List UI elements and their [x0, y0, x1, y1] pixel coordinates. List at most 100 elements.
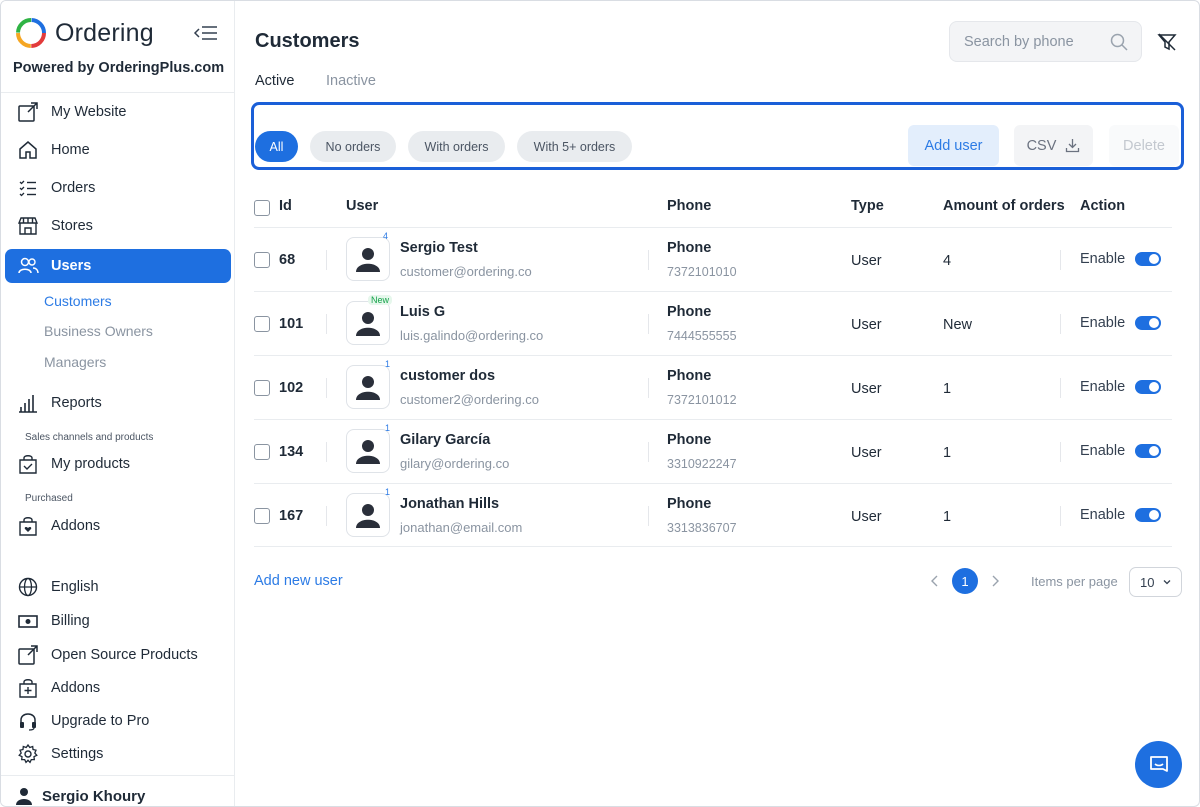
enable-toggle[interactable] — [1135, 380, 1161, 394]
gear-icon — [17, 743, 39, 765]
sidebar-item-addons-purchased[interactable]: Addons — [5, 509, 231, 543]
phone-label: Phone — [667, 304, 712, 320]
external-link-icon — [17, 101, 39, 123]
current-user[interactable]: Sergio Khoury — [15, 787, 145, 805]
user-name: customer dos — [400, 368, 496, 384]
avatar — [346, 237, 390, 281]
avatar — [346, 493, 390, 537]
row-divider — [254, 227, 1172, 228]
sidebar-item-users[interactable]: Users — [5, 249, 231, 283]
user-avatar-icon — [356, 248, 380, 272]
page-title: Customers — [255, 30, 360, 52]
sidebar-item-addons[interactable]: Addons — [5, 671, 231, 705]
headset-icon — [17, 710, 39, 732]
row-divider — [254, 546, 1172, 547]
app-window: Ordering Powered by OrderingPlus.com My … — [0, 0, 1200, 807]
enable-toggle[interactable] — [1135, 444, 1161, 458]
order-count: 1 — [943, 509, 952, 525]
user-avatar-icon — [356, 440, 380, 464]
cell-divider — [648, 506, 649, 526]
row-divider — [254, 355, 1172, 356]
filter-chip-with-orders[interactable]: With orders — [408, 131, 505, 162]
sidebar: Ordering Powered by OrderingPlus.com My … — [1, 1, 235, 806]
row-checkbox[interactable] — [254, 380, 270, 396]
brand-logo[interactable]: Ordering — [15, 17, 225, 49]
select-all-checkbox[interactable] — [254, 200, 270, 216]
search-input[interactable] — [964, 33, 1104, 50]
user-type: User — [851, 509, 882, 525]
cell-divider — [326, 506, 327, 526]
sidebar-item-upgrade[interactable]: Upgrade to Pro — [5, 704, 231, 738]
user-id: 134 — [279, 444, 304, 460]
chat-launcher-button[interactable] — [1135, 741, 1182, 788]
user-id: 102 — [279, 380, 304, 396]
ordering-logo-icon — [16, 18, 46, 48]
sidebar-subitem-business-owners[interactable]: Business Owners — [44, 323, 153, 339]
list-check-icon — [17, 177, 39, 199]
sidebar-subitem-managers[interactable]: Managers — [44, 354, 106, 370]
row-checkbox[interactable] — [254, 444, 270, 460]
row-checkbox[interactable] — [254, 508, 270, 524]
items-per-page-select[interactable]: 10 — [1129, 567, 1182, 597]
sidebar-item-home[interactable]: Home — [5, 133, 231, 167]
tab-inactive[interactable]: Inactive — [326, 73, 376, 89]
user-type: User — [851, 317, 882, 333]
filter-chip-no-orders[interactable]: No orders — [310, 131, 396, 162]
pagination-current-page[interactable]: 1 — [952, 568, 978, 594]
sidebar-subitem-customers[interactable]: Customers — [44, 293, 112, 309]
sidebar-item-my-website[interactable]: My Website — [5, 95, 231, 129]
sidebar-item-label: Home — [51, 142, 90, 158]
sidebar-item-settings[interactable]: Settings — [5, 737, 231, 771]
filter-chip-with-5-orders[interactable]: With 5+ orders — [517, 131, 632, 162]
chevron-left-icon[interactable] — [928, 574, 942, 588]
cell-divider — [1060, 378, 1061, 398]
store-icon — [17, 215, 39, 237]
phone-number: 3310922247 — [667, 457, 737, 471]
sidebar-item-reports[interactable]: Reports — [5, 386, 231, 420]
add-user-button[interactable]: Add user — [908, 125, 999, 166]
search-icon[interactable] — [1109, 32, 1129, 52]
clear-filter-icon[interactable] — [1156, 31, 1178, 53]
bar-chart-icon — [17, 392, 39, 414]
sidebar-item-my-products[interactable]: My products — [5, 447, 231, 481]
cell-divider — [1060, 250, 1061, 270]
sidebar-item-stores[interactable]: Stores — [5, 209, 231, 243]
person-icon — [16, 788, 32, 805]
bag-check-icon — [17, 453, 39, 475]
add-new-user-link[interactable]: Add new user — [254, 573, 343, 589]
tab-active[interactable]: Active — [255, 73, 295, 89]
sidebar-item-label: Settings — [51, 746, 104, 762]
csv-export-button[interactable]: CSV — [1014, 125, 1093, 166]
sidebar-item-orders[interactable]: Orders — [5, 171, 231, 205]
sidebar-item-label: My Website — [51, 104, 127, 120]
enable-label: Enable — [1080, 315, 1126, 331]
sidebar-item-billing[interactable]: Billing — [5, 604, 231, 638]
user-email: customer2@ordering.co — [400, 392, 539, 407]
row-checkbox[interactable] — [254, 252, 270, 268]
collapse-sidebar-icon[interactable] — [193, 21, 219, 45]
orders-badge: 4 — [383, 231, 389, 241]
cell-divider — [326, 250, 327, 270]
chevron-right-icon[interactable] — [988, 574, 1002, 588]
enable-toggle[interactable] — [1135, 316, 1161, 330]
home-icon — [17, 139, 39, 161]
phone-number: 7444555555 — [667, 329, 737, 343]
phone-label: Phone — [667, 432, 712, 448]
delete-button[interactable]: Delete — [1109, 125, 1179, 166]
enable-toggle[interactable] — [1135, 508, 1161, 522]
user-avatar-icon — [356, 376, 380, 400]
sidebar-item-language[interactable]: English — [5, 570, 231, 604]
user-type: User — [851, 253, 882, 269]
filter-chip-all[interactable]: All — [255, 131, 298, 162]
row-checkbox[interactable] — [254, 316, 270, 332]
avatar — [346, 429, 390, 473]
phone-number: 3313836707 — [667, 521, 737, 535]
enable-toggle[interactable] — [1135, 252, 1161, 266]
csv-label: CSV — [1026, 137, 1057, 154]
column-header-user: User — [346, 198, 379, 214]
new-badge: New — [368, 295, 393, 305]
cell-divider — [1060, 442, 1061, 462]
user-email: luis.galindo@ordering.co — [400, 328, 544, 343]
sidebar-item-open-source[interactable]: Open Source Products — [5, 638, 231, 672]
user-type: User — [851, 381, 882, 397]
